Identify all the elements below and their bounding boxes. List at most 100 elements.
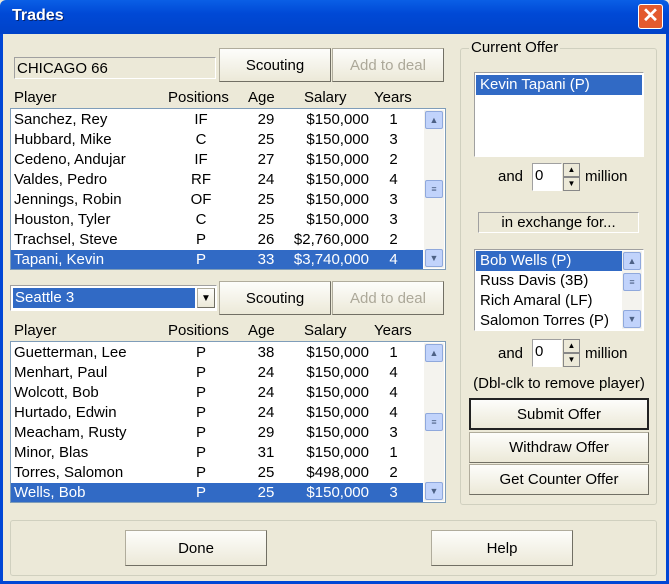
salary: $2,760,000 [293, 231, 369, 248]
close-button[interactable]: ✕ [638, 4, 663, 29]
years: 3 [389, 484, 398, 501]
salary: $150,000 [306, 404, 369, 421]
column-header-salary[interactable]: Salary [304, 89, 347, 106]
scrollbar[interactable]: ▲ ≡ ▼ [622, 251, 642, 329]
salary: $150,000 [306, 344, 369, 361]
current-offer-title: Current Offer [469, 39, 561, 56]
scroll-thumb[interactable]: ≡ [425, 180, 443, 198]
million-label-1: million [585, 168, 628, 185]
spin-down-icon[interactable]: ▼ [563, 353, 580, 367]
table-row[interactable]: Trachsel, Steve P 26 $2,760,000 2 [11, 230, 423, 250]
requested-players-list[interactable]: Bob Wells (P) Russ Davis (3B) Rich Amaral … [474, 249, 644, 331]
years: 4 [389, 404, 398, 421]
years: 1 [389, 344, 398, 361]
column-header-years[interactable]: Years [374, 322, 412, 339]
scrollbar[interactable]: ▲ ≡ ▼ [424, 343, 444, 501]
player-name: Trachsel, Steve [14, 231, 118, 248]
table-row[interactable]: Cedeno, Andujar IF 27 $150,000 2 [11, 150, 423, 170]
position: P [195, 384, 206, 401]
get-counter-offer-button[interactable]: Get Counter Offer [469, 464, 649, 495]
money2-spinner[interactable]: 0 ▲ ▼ [532, 339, 580, 367]
player-name: Wolcott, Bob [14, 384, 99, 401]
years: 3 [389, 424, 398, 441]
scroll-down-icon[interactable]: ▼ [425, 249, 443, 267]
column-header-player[interactable]: Player [14, 89, 57, 106]
team2-scouting-button[interactable]: Scouting [219, 281, 331, 315]
age: 29 [257, 111, 275, 128]
scroll-down-icon[interactable]: ▼ [425, 482, 443, 500]
team2-player-list[interactable]: Guetterman, Lee P 38 $150,000 1 Menhart, Paul… [10, 341, 446, 503]
player-name: Hurtado, Edwin [14, 404, 117, 421]
scroll-thumb[interactable]: ≡ [623, 273, 641, 291]
list-item[interactable]: Salomon Torres (P) [476, 311, 622, 330]
offered-players-list[interactable]: Kevin Tapani (P) [474, 72, 644, 157]
submit-offer-button[interactable]: Submit Offer [469, 398, 649, 430]
years: 4 [389, 364, 398, 381]
column-header-salary[interactable]: Salary [304, 322, 347, 339]
column-header-positions[interactable]: Positions [168, 89, 229, 106]
player-name: Menhart, Paul [14, 364, 108, 381]
team1-player-list[interactable]: Sanchez, Rey IF 29 $150,000 1 Hubbard, Mike C 2… [10, 108, 446, 270]
table-row[interactable]: Hurtado, Edwin P 24 $150,000 4 [11, 403, 423, 423]
team2-select-value: Seattle 3 [13, 288, 195, 308]
table-row[interactable]: Wells, Bob P 25 $150,000 3 [11, 483, 423, 502]
withdraw-offer-button[interactable]: Withdraw Offer [469, 432, 649, 463]
and-label-2: and [498, 345, 524, 362]
team1-add-to-deal-button[interactable]: Add to deal [332, 48, 444, 82]
table-row[interactable]: Menhart, Paul P 24 $150,000 4 [11, 363, 423, 383]
team1-scouting-button[interactable]: Scouting [219, 48, 331, 82]
scrollbar[interactable]: ▲ ≡ ▼ [424, 110, 444, 268]
list-item[interactable]: Rich Amaral (LF) [476, 291, 622, 311]
scroll-up-icon[interactable]: ▲ [425, 344, 443, 362]
list-item[interactable]: Kevin Tapani (P) [476, 75, 642, 95]
table-row[interactable]: Hubbard, Mike C 25 $150,000 3 [11, 130, 423, 150]
chevron-down-icon[interactable]: ▼ [197, 288, 215, 308]
table-row[interactable]: Valdes, Pedro RF 24 $150,000 4 [11, 170, 423, 190]
money2-input[interactable]: 0 [532, 339, 562, 367]
salary: $150,000 [306, 444, 369, 461]
table-row[interactable]: Meacham, Rusty P 29 $150,000 3 [11, 423, 423, 443]
help-button[interactable]: Help [431, 530, 573, 566]
spin-up-icon[interactable]: ▲ [563, 339, 580, 353]
done-button[interactable]: Done [125, 530, 267, 566]
position: P [195, 404, 206, 421]
scroll-up-icon[interactable]: ▲ [623, 252, 641, 270]
table-row[interactable]: Minor, Blas P 31 $150,000 1 [11, 443, 423, 463]
player-name: Meacham, Rusty [14, 424, 127, 441]
table-row[interactable]: Torres, Salomon P 25 $498,000 2 [11, 463, 423, 483]
column-header-age[interactable]: Age [248, 322, 275, 339]
list-item[interactable]: Russ Davis (3B) [476, 271, 622, 291]
table-row[interactable]: Houston, Tyler C 25 $150,000 3 [11, 210, 423, 230]
table-row[interactable]: Tapani, Kevin P 33 $3,740,000 4 [11, 250, 423, 269]
column-header-player[interactable]: Player [14, 322, 57, 339]
salary: $150,000 [306, 151, 369, 168]
scroll-thumb[interactable]: ≡ [425, 413, 443, 431]
spin-up-icon[interactable]: ▲ [563, 163, 580, 177]
table-row[interactable]: Guetterman, Lee P 38 $150,000 1 [11, 343, 423, 363]
age: 27 [257, 151, 275, 168]
column-header-years[interactable]: Years [374, 89, 412, 106]
column-header-age[interactable]: Age [248, 89, 275, 106]
scroll-up-icon[interactable]: ▲ [425, 111, 443, 129]
position: P [195, 231, 206, 248]
age: 26 [257, 231, 275, 248]
position: P [195, 364, 206, 381]
age: 31 [257, 444, 275, 461]
team2-select[interactable]: Seattle 3 ▼ [10, 285, 217, 311]
player-name: Jennings, Robin [14, 191, 122, 208]
years: 4 [389, 171, 398, 188]
team2-add-to-deal-button[interactable]: Add to deal [332, 281, 444, 315]
column-header-positions[interactable]: Positions [168, 322, 229, 339]
salary: $150,000 [306, 384, 369, 401]
table-row[interactable]: Jennings, Robin OF 25 $150,000 3 [11, 190, 423, 210]
and-label-1: and [498, 168, 524, 185]
spin-down-icon[interactable]: ▼ [563, 177, 580, 191]
scroll-down-icon[interactable]: ▼ [623, 310, 641, 328]
salary: $150,000 [306, 111, 369, 128]
table-row[interactable]: Wolcott, Bob P 24 $150,000 4 [11, 383, 423, 403]
table-row[interactable]: Sanchez, Rey IF 29 $150,000 1 [11, 110, 423, 130]
list-item[interactable]: Bob Wells (P) [476, 251, 622, 271]
money1-spinner[interactable]: 0 ▲ ▼ [532, 163, 580, 191]
money1-input[interactable]: 0 [532, 163, 562, 191]
team1-column-headers: Player Positions Age Salary Years [0, 89, 446, 109]
